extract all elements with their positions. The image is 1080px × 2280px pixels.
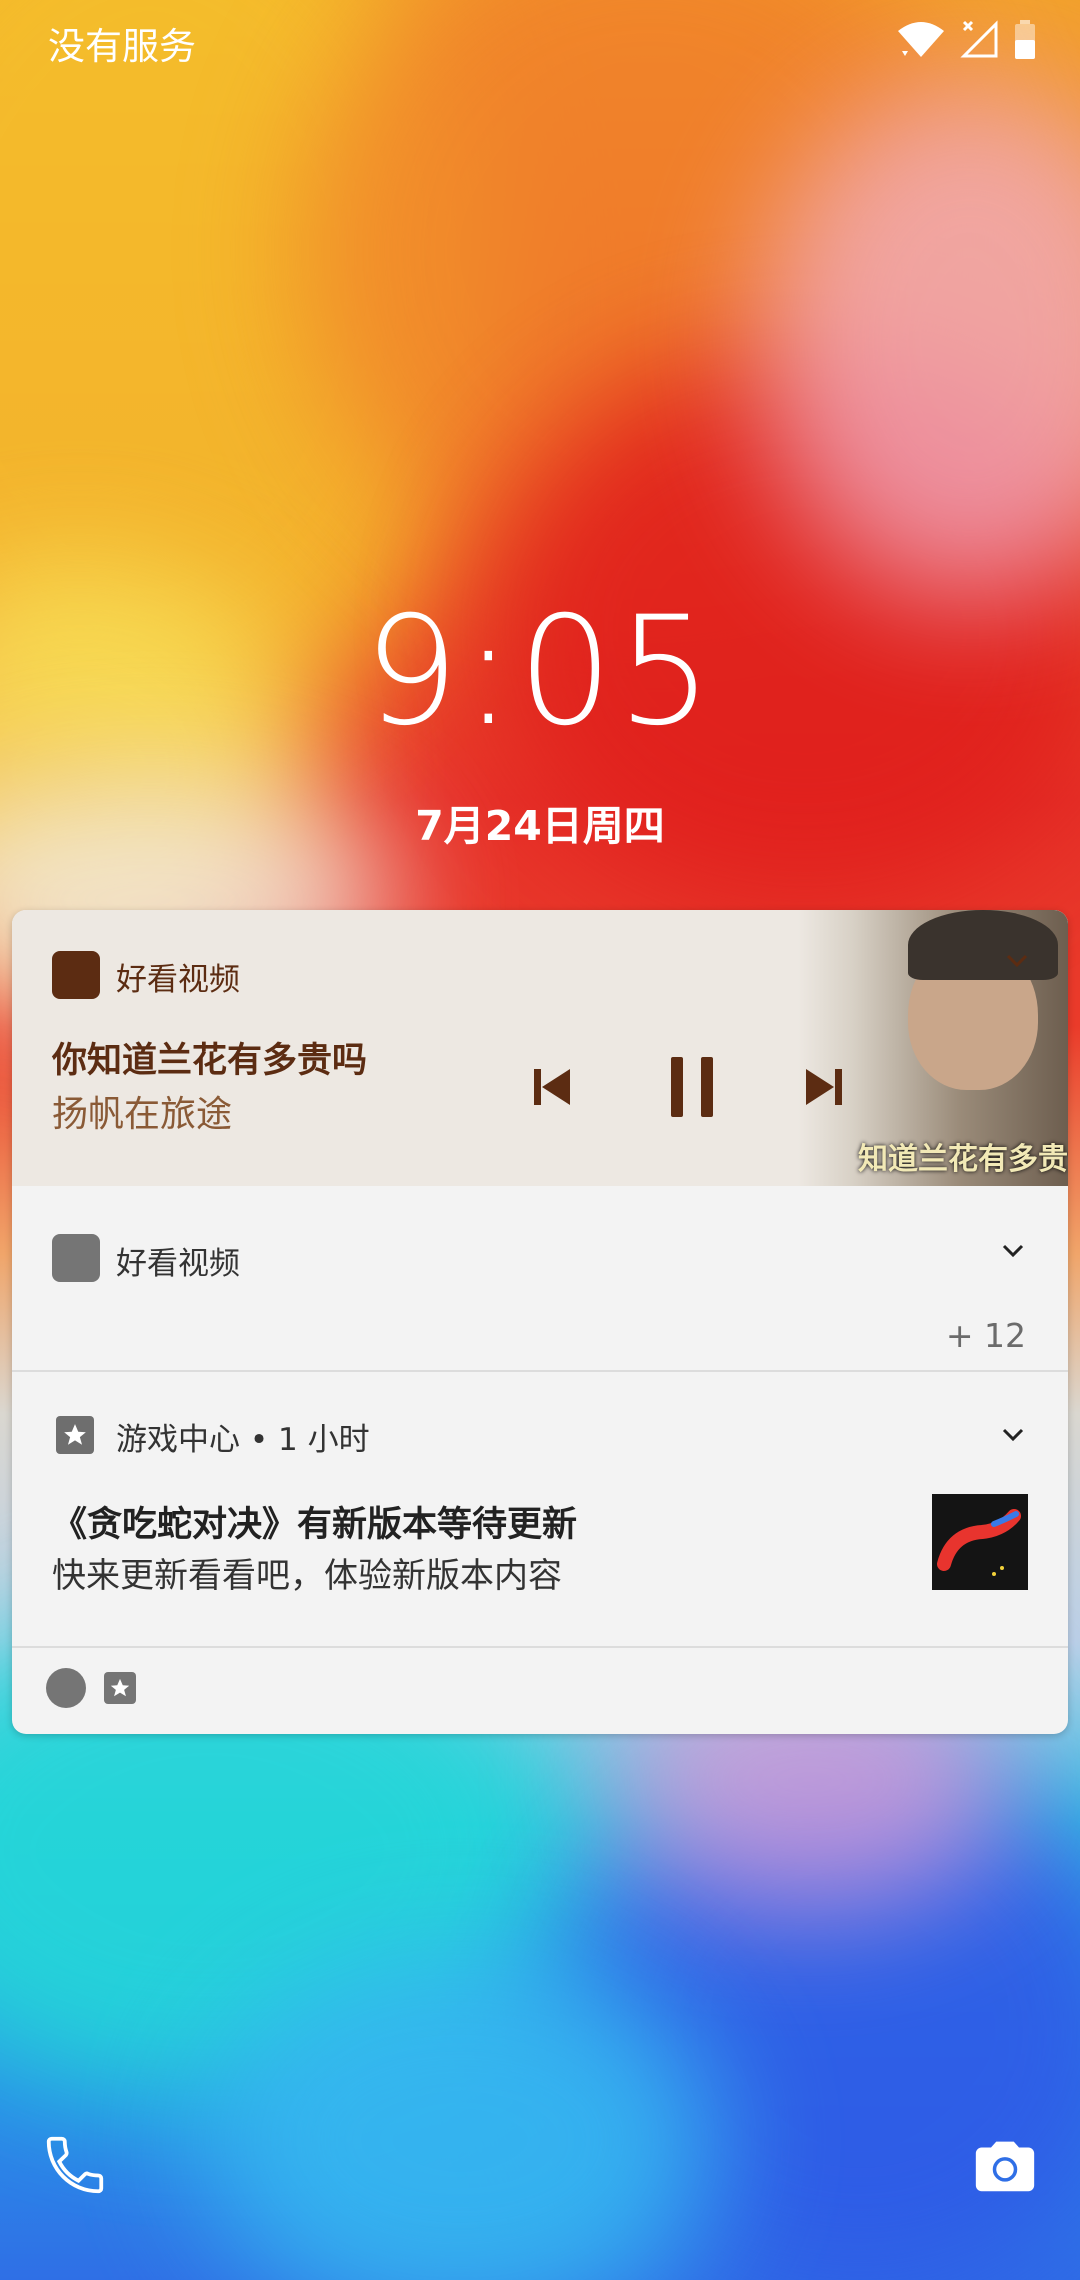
phone-icon [46, 2136, 104, 2194]
chevron-down-icon[interactable] [1006, 954, 1028, 968]
phone-shortcut[interactable] [40, 2130, 110, 2200]
game-header: 游戏中心 • 1 小时 [116, 1422, 370, 1458]
camera-shortcut[interactable] [970, 2130, 1040, 2200]
media-artist: 扬帆在旅途 [52, 1094, 233, 1135]
status-icons [896, 20, 1036, 60]
media-title: 你知道兰花有多贵吗 [52, 1041, 368, 1081]
previous-icon [534, 1069, 570, 1105]
star-icon [110, 1678, 130, 1697]
media-album-art: 知道兰花有多贵 [798, 910, 1068, 1186]
haokan-app-icon [52, 1234, 100, 1282]
status-bar: 没有服务 [0, 0, 1080, 80]
game-center-notification[interactable]: 游戏中心 • 1 小时 《贪吃蛇对决》有新版本等待更新 快来更新看看吧，体验新版… [12, 1370, 1068, 1648]
more-notifications-count: + 12 [945, 1316, 1026, 1355]
next-button[interactable] [794, 1052, 854, 1122]
media-app-name: 好看视频 [116, 962, 240, 998]
previous-button[interactable] [522, 1052, 582, 1122]
group-notification[interactable]: 好看视频 + 12 [12, 1186, 1068, 1372]
no-signal-icon [960, 20, 998, 58]
haokan-app-icon [52, 951, 100, 999]
chevron-down-icon[interactable] [1002, 1244, 1024, 1258]
star-icon [64, 1424, 86, 1445]
game-center-icon [56, 1416, 94, 1454]
group-app-name: 好看视频 [116, 1246, 240, 1282]
game-title: 《贪吃蛇对决》有新版本等待更新 [52, 1505, 578, 1545]
lockscreen-date: 7月24日周四 [415, 802, 665, 850]
lockscreen-clock: 9:05 [363, 585, 717, 759]
game-body: 快来更新看看吧，体验新版本内容 [52, 1556, 562, 1596]
game-thumbnail [932, 1494, 1028, 1590]
media-notification[interactable]: 知道兰花有多贵 好看视频 你知道兰花有多贵吗 扬帆在旅途 [12, 910, 1068, 1186]
pause-icon [671, 1057, 713, 1117]
haokan-summary-icon [46, 1668, 86, 1708]
game-center-summary-icon [104, 1672, 136, 1704]
pause-button[interactable] [662, 1052, 722, 1122]
next-icon [806, 1069, 842, 1105]
camera-icon [975, 2141, 1035, 2192]
carrier-label: 没有服务 [48, 25, 196, 68]
battery-icon [1015, 20, 1035, 59]
notification-summary-bar[interactable] [12, 1646, 1068, 1734]
wifi-icon [898, 22, 944, 57]
media-art-caption: 知道兰花有多贵 [858, 1142, 1068, 1177]
notification-panel: 知道兰花有多贵 好看视频 你知道兰花有多贵吗 扬帆在旅途 好看视频 + 12 游… [12, 910, 1068, 1734]
chevron-down-icon[interactable] [1002, 1428, 1024, 1442]
